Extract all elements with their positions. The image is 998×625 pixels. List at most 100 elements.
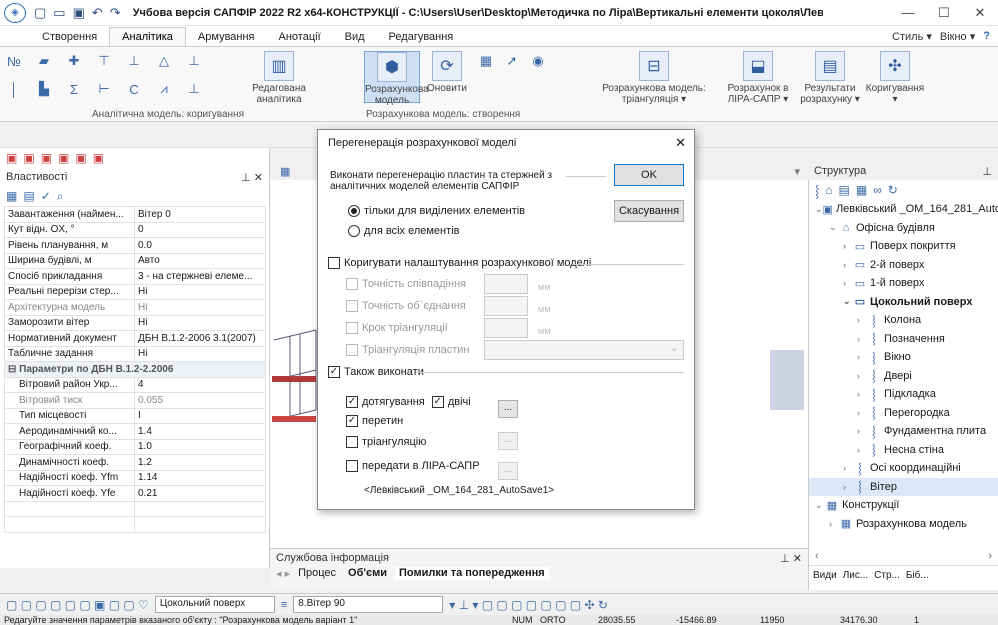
radio-selected-row[interactable]: тільки для виділених елементів — [348, 205, 525, 218]
tab-view[interactable]: Вид — [333, 28, 377, 46]
property-value[interactable]: 1.0 — [134, 438, 266, 455]
property-row[interactable]: Архітектурна модель Ні — [4, 299, 266, 316]
property-row[interactable]: Вітровий район Укр... 4 — [4, 376, 266, 393]
tab-annotations[interactable]: Анотації — [267, 28, 333, 46]
scroll-right-icon[interactable]: › — [988, 550, 992, 565]
tree-item[interactable]: › ▭ 2-й поверх — [809, 256, 998, 275]
tree-expander[interactable]: ⌄ — [843, 296, 853, 307]
tri-row[interactable]: тріангуляцію — [346, 436, 426, 449]
property-value[interactable]: Авто — [134, 252, 266, 269]
alphabetical-icon[interactable]: ▤ — [23, 189, 34, 203]
triangle-icon[interactable]: △ — [156, 53, 172, 69]
support-icon[interactable]: ⊥ — [186, 53, 202, 69]
categorized-icon[interactable]: ▦ — [6, 189, 17, 203]
pointer-icon[interactable]: ➚ — [504, 53, 520, 69]
tree-expander[interactable]: › — [857, 445, 867, 455]
tree-expander[interactable]: › — [857, 371, 867, 381]
edited-analytics-button[interactable]: ▥ Редагована аналітика — [250, 51, 308, 105]
tab-views[interactable]: Види — [813, 570, 837, 581]
opt-step-checkbox[interactable] — [346, 322, 358, 335]
property-value[interactable]: Ні — [134, 283, 266, 300]
lira-options-button[interactable]: ... — [498, 462, 518, 480]
property-value[interactable]: 0.21 — [134, 485, 266, 502]
tree-expander[interactable]: ⌄ — [815, 204, 823, 215]
property-row[interactable]: Спосіб прикладання 3 - на стержневі елеме… — [4, 268, 266, 285]
also-run-checkbox[interactable]: ✓ — [328, 366, 340, 379]
tab-reinforcement[interactable]: Армування — [186, 28, 267, 46]
load-case-select[interactable]: 8.Вітер 90 — [293, 596, 444, 613]
tab-volumes[interactable]: Об'єми — [344, 567, 391, 580]
corrections-button[interactable]: ✣ Коригування ▾ — [862, 51, 928, 105]
filter-icon[interactable]: ▣ — [23, 151, 34, 165]
apply-icon[interactable]: ✓ — [41, 189, 51, 203]
property-row[interactable]: Надійності коеф. Yfm 1.14 — [4, 469, 266, 486]
property-row[interactable]: Ширина будівлі, м Авто — [4, 252, 266, 269]
search-icon[interactable]: ⌕ — [57, 189, 64, 204]
adjust-settings-row[interactable]: Коригувати налаштування розрахункової мо… — [328, 257, 591, 270]
property-row[interactable]: Тип місцевості I — [4, 407, 266, 424]
tree-item[interactable]: › ⸾ Підкладка — [809, 385, 998, 404]
dialog-close-icon[interactable]: ✕ — [675, 135, 686, 151]
property-row[interactable]: Надійності коеф. Yfe 0.21 — [4, 485, 266, 502]
tree-item[interactable]: › ⸾ Фундаментна плита — [809, 422, 998, 441]
pin-icon[interactable]: ⊥ — [982, 165, 992, 178]
property-value[interactable]: I — [134, 407, 266, 424]
property-row[interactable]: Динамічності коеф. 1.2 — [4, 454, 266, 471]
section-icon[interactable]: ⊢ — [96, 81, 112, 97]
property-row[interactable]: Завантаження (наймен... Вітер 0 — [4, 206, 266, 223]
ok-button[interactable]: OK — [614, 164, 684, 186]
tab-errors[interactable]: Помилки та попередження — [395, 567, 549, 580]
dot-icon[interactable]: ◉ — [530, 53, 546, 69]
property-section[interactable]: ⊟ Параметри по ДБН В.1.2-2.2006 — [4, 361, 266, 378]
property-row[interactable]: Вітровий тиск 0.055 — [4, 392, 266, 409]
property-row[interactable]: Реальні перерізи стер... Ні — [4, 283, 266, 300]
property-value[interactable]: 0.0 — [134, 237, 266, 254]
also-run-row[interactable]: ✓ Також виконати — [328, 366, 424, 379]
property-row[interactable]: Географічний коеф. 1.0 — [4, 438, 266, 455]
tree-expander[interactable]: › — [857, 389, 867, 399]
new-file-icon[interactable]: ▢ — [34, 5, 46, 21]
undo-icon[interactable]: ↶ — [92, 5, 103, 21]
lira-checkbox[interactable] — [346, 460, 358, 473]
tree-expander[interactable]: › — [857, 426, 867, 436]
pull-row[interactable]: ✓ дотягування ✓ двічі — [346, 396, 471, 409]
property-value[interactable]: Ні — [134, 345, 266, 362]
mesh-icon[interactable]: ▦ — [478, 53, 494, 69]
lira-row[interactable]: передати в ЛІРА-САПР — [346, 460, 480, 473]
property-row[interactable]: Заморозити вітер Ні — [4, 314, 266, 331]
filter-icon[interactable]: ⸾ — [815, 182, 819, 199]
property-value[interactable]: 1.14 — [134, 469, 266, 486]
redo-icon[interactable]: ↷ — [110, 5, 121, 21]
tree-item[interactable]: › ▦ Розрахункова модель — [809, 515, 998, 534]
tree-expander[interactable]: › — [857, 315, 867, 325]
tree-expander[interactable]: › — [843, 241, 853, 251]
plate-icon[interactable]: ▰ — [36, 53, 52, 69]
help-icon[interactable]: ? — [983, 30, 990, 43]
property-value[interactable]: 0 — [134, 221, 266, 238]
tool-icons[interactable]: ▾ ⊥ ▾ ▢ ▢ ▢ ▢ ▢ ▢ ▢ ✣ ↻ — [449, 598, 608, 612]
tree-item[interactable]: › ⸾ Несна стіна — [809, 441, 998, 460]
home-icon[interactable]: ⌂ — [825, 183, 832, 197]
tab-process[interactable]: Процес — [294, 567, 340, 580]
tree-item[interactable]: ⌄ ▣ Левківський _ОМ_164_281_Auto — [809, 200, 998, 219]
sum-sort-icon[interactable]: Σ — [66, 81, 82, 97]
tri-options-button[interactable]: ... — [498, 432, 518, 450]
property-row[interactable]: Нормативний документ ДБН В.1.2-2006 3.1(2… — [4, 330, 266, 347]
property-value[interactable]: Вітер 0 — [134, 206, 266, 223]
tree-expander[interactable]: ⌄ — [815, 500, 825, 511]
maximize-button[interactable]: ☐ — [926, 5, 962, 21]
property-row[interactable]: Кут відн. OX, ° 0 — [4, 221, 266, 238]
pin-close-icon[interactable]: ⊥ ✕ — [241, 171, 263, 184]
tri-select[interactable]: ⌄ — [484, 340, 684, 360]
app-logo-icon[interactable]: ◈ — [4, 2, 26, 23]
minimize-button[interactable]: — — [890, 5, 926, 21]
open-file-icon[interactable]: ▭ — [53, 5, 65, 21]
level-select[interactable]: Цокольний поверх — [154, 596, 275, 613]
style-menu[interactable]: Стиль ▾ — [892, 30, 932, 43]
layers-icon[interactable]: ≡ — [281, 599, 287, 611]
cross-checkbox[interactable]: ✓ — [346, 415, 358, 428]
property-value[interactable]: Ні — [134, 299, 266, 316]
scroll-left-icon[interactable]: ‹ — [815, 550, 819, 565]
pin-close-icon[interactable]: ⊥ ✕ — [780, 552, 802, 565]
close-window-button[interactable]: ✕ — [962, 5, 998, 21]
